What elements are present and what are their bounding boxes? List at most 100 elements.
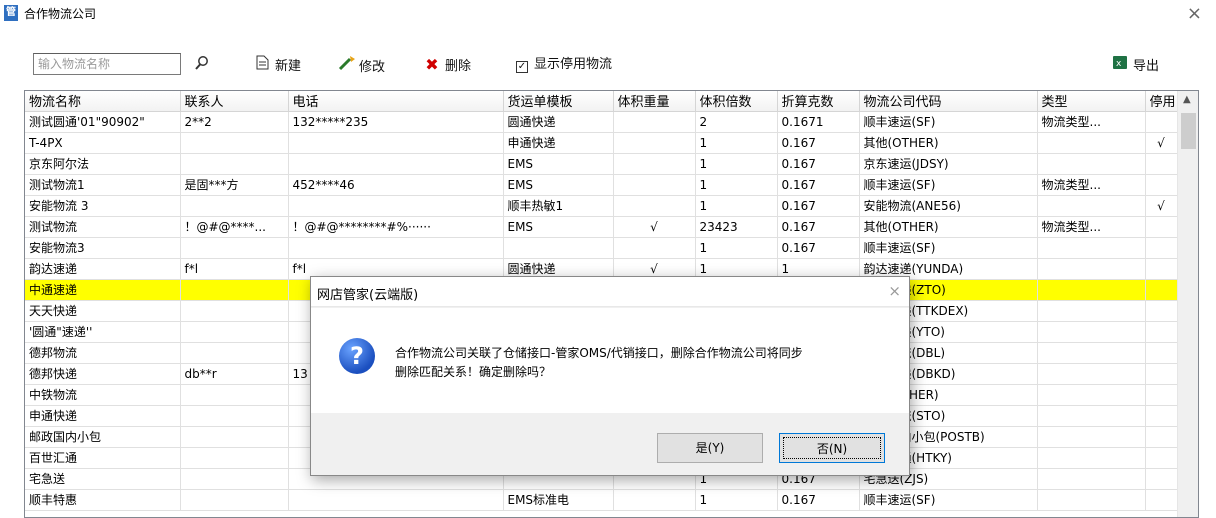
scroll-thumb[interactable] xyxy=(1181,113,1196,149)
table-row[interactable]: 测试物流1 是固***方 452****46 EMS 1 0.167 顺丰速运(SF) 物流类… xyxy=(25,174,1178,196)
excel-icon: x xyxy=(1112,55,1128,77)
table-cell: 测试物流 xyxy=(25,216,181,238)
table-cell: 顺丰热敏1 xyxy=(503,195,614,217)
table-cell xyxy=(288,237,504,259)
table-cell: 0.167 xyxy=(777,195,860,217)
table-cell: 其他(OTHER) xyxy=(859,216,1038,238)
table-row[interactable]: 测试圆通'01"90902" 2**2 132*****235 圆通快递 2 0.1671… xyxy=(25,111,1178,133)
table-cell xyxy=(180,468,289,490)
table-cell: 申通快递 xyxy=(503,132,614,154)
table-row[interactable]: T-4PX 申通快递 1 0.167 其他(OTHER) √ xyxy=(25,132,1178,154)
table-cell xyxy=(1145,300,1178,322)
table-cell: 测试物流1 xyxy=(25,174,181,196)
table-cell: EMS xyxy=(503,174,614,196)
edit-button[interactable]: 修改 xyxy=(338,55,385,75)
table-cell: 452****46 xyxy=(288,174,504,196)
table-cell: 德邦快递 xyxy=(25,363,181,385)
column-header[interactable]: 物流名称 xyxy=(25,91,181,112)
table-cell xyxy=(180,237,289,259)
table-cell: 1 xyxy=(695,174,778,196)
table-cell: 京东阿尔法 xyxy=(25,153,181,175)
table-cell xyxy=(1037,468,1146,490)
table-row[interactable]: 顺丰特惠 EMS标准电 1 0.167 顺丰速运(SF) xyxy=(25,489,1178,511)
no-button-label: 否(N) xyxy=(783,437,881,459)
table-cell xyxy=(1145,426,1178,448)
table-cell xyxy=(288,132,504,154)
table-cell: 1 xyxy=(695,153,778,175)
table-cell xyxy=(1145,405,1178,427)
table-cell xyxy=(180,153,289,175)
table-cell: 1 xyxy=(695,195,778,217)
column-header[interactable]: 类型 xyxy=(1037,91,1146,112)
delete-button-label: 删除 xyxy=(445,59,472,74)
dialog-title: 网店管家(云端版) xyxy=(317,288,419,303)
dialog-close-button[interactable]: × xyxy=(888,282,901,300)
table-cell xyxy=(180,132,289,154)
table-cell xyxy=(1145,216,1178,238)
table-cell: √ xyxy=(613,216,696,238)
magnifier-icon xyxy=(194,56,210,75)
table-cell: 申通快递 xyxy=(25,405,181,427)
table-cell xyxy=(1037,426,1146,448)
column-header[interactable]: 电话 xyxy=(288,91,504,112)
table-cell xyxy=(1037,447,1146,469)
table-cell: 顺丰速运(SF) xyxy=(859,489,1038,511)
column-header[interactable]: 停用 xyxy=(1145,91,1178,112)
app-icon: 管 xyxy=(4,5,18,21)
table-cell xyxy=(288,489,504,511)
new-button-label: 新建 xyxy=(275,59,302,74)
table-cell: EMS xyxy=(503,153,614,175)
table-cell: 0.167 xyxy=(777,216,860,238)
table-cell xyxy=(1145,279,1178,301)
table-cell xyxy=(1145,237,1178,259)
column-header[interactable]: 体积重量 xyxy=(613,91,696,112)
dialog-titlebar: 网店管家(云端版) × xyxy=(311,277,909,307)
delete-button[interactable]: ✖ 删除 xyxy=(424,55,471,75)
table-row[interactable]: 测试物流 ！@#@****... ！@#@********#%······ EMS √ 2… xyxy=(25,216,1178,238)
search-input[interactable] xyxy=(33,53,181,75)
window-titlebar: 管 合作物流公司 × xyxy=(0,0,1216,30)
toolbar: 新建 修改 ✖ 删除 ✓ 显示停用物流 x 导出 xyxy=(24,52,1216,80)
table-cell xyxy=(1037,195,1146,217)
export-button[interactable]: x 导出 xyxy=(1112,55,1159,75)
table-cell: 2 xyxy=(695,111,778,133)
table-cell xyxy=(180,384,289,406)
table-cell: 0.167 xyxy=(777,237,860,259)
scroll-up-icon[interactable]: ▲ xyxy=(1183,94,1191,105)
table-cell: 1 xyxy=(695,237,778,259)
table-cell xyxy=(1145,111,1178,133)
table-cell xyxy=(180,321,289,343)
table-cell: 邮政国内小包 xyxy=(25,426,181,448)
table-row[interactable]: 安能物流 3 顺丰热敏1 1 0.167 安能物流(ANE56) √ xyxy=(25,195,1178,217)
dialog-body: ? 合作物流公司关联了仓储接口-管家OMS/代销接口，删除合作物流公司将同步 删… xyxy=(311,308,909,413)
table-cell: db**r xyxy=(180,363,289,385)
column-header[interactable]: 物流公司代码 xyxy=(859,91,1038,112)
table-cell xyxy=(180,426,289,448)
column-header[interactable]: 体积倍数 xyxy=(695,91,778,112)
vertical-scrollbar[interactable]: ▲ xyxy=(1177,91,1198,517)
new-button[interactable]: 新建 xyxy=(254,55,301,75)
table-row[interactable]: 京东阿尔法 EMS 1 0.167 京东速运(JDSY) xyxy=(25,153,1178,175)
table-cell xyxy=(613,132,696,154)
window-close-button[interactable]: × xyxy=(1187,3,1202,24)
checkbox-checked-icon[interactable]: ✓ xyxy=(516,61,528,73)
question-icon: ? xyxy=(339,338,375,374)
document-icon xyxy=(254,55,270,77)
table-cell xyxy=(180,447,289,469)
table-cell xyxy=(1037,132,1146,154)
search-button[interactable] xyxy=(194,55,210,75)
table-cell: 0.1671 xyxy=(777,111,860,133)
show-disabled-toggle[interactable]: ✓ 显示停用物流 xyxy=(516,55,612,75)
table-cell xyxy=(1145,447,1178,469)
column-header[interactable]: 联系人 xyxy=(180,91,289,112)
table-cell: 圆通快递 xyxy=(503,111,614,133)
column-header[interactable]: 折算克数 xyxy=(777,91,860,112)
edit-button-label: 修改 xyxy=(359,60,386,75)
svg-text:x: x xyxy=(1116,59,1122,69)
no-button[interactable]: 否(N) xyxy=(779,433,885,463)
table-row[interactable]: 安能物流3 1 0.167 顺丰速运(SF) xyxy=(25,237,1178,259)
yes-button[interactable]: 是(Y) xyxy=(657,433,763,463)
table-cell xyxy=(1145,321,1178,343)
table-cell: 1 xyxy=(695,132,778,154)
column-header[interactable]: 货运单模板 xyxy=(503,91,614,112)
